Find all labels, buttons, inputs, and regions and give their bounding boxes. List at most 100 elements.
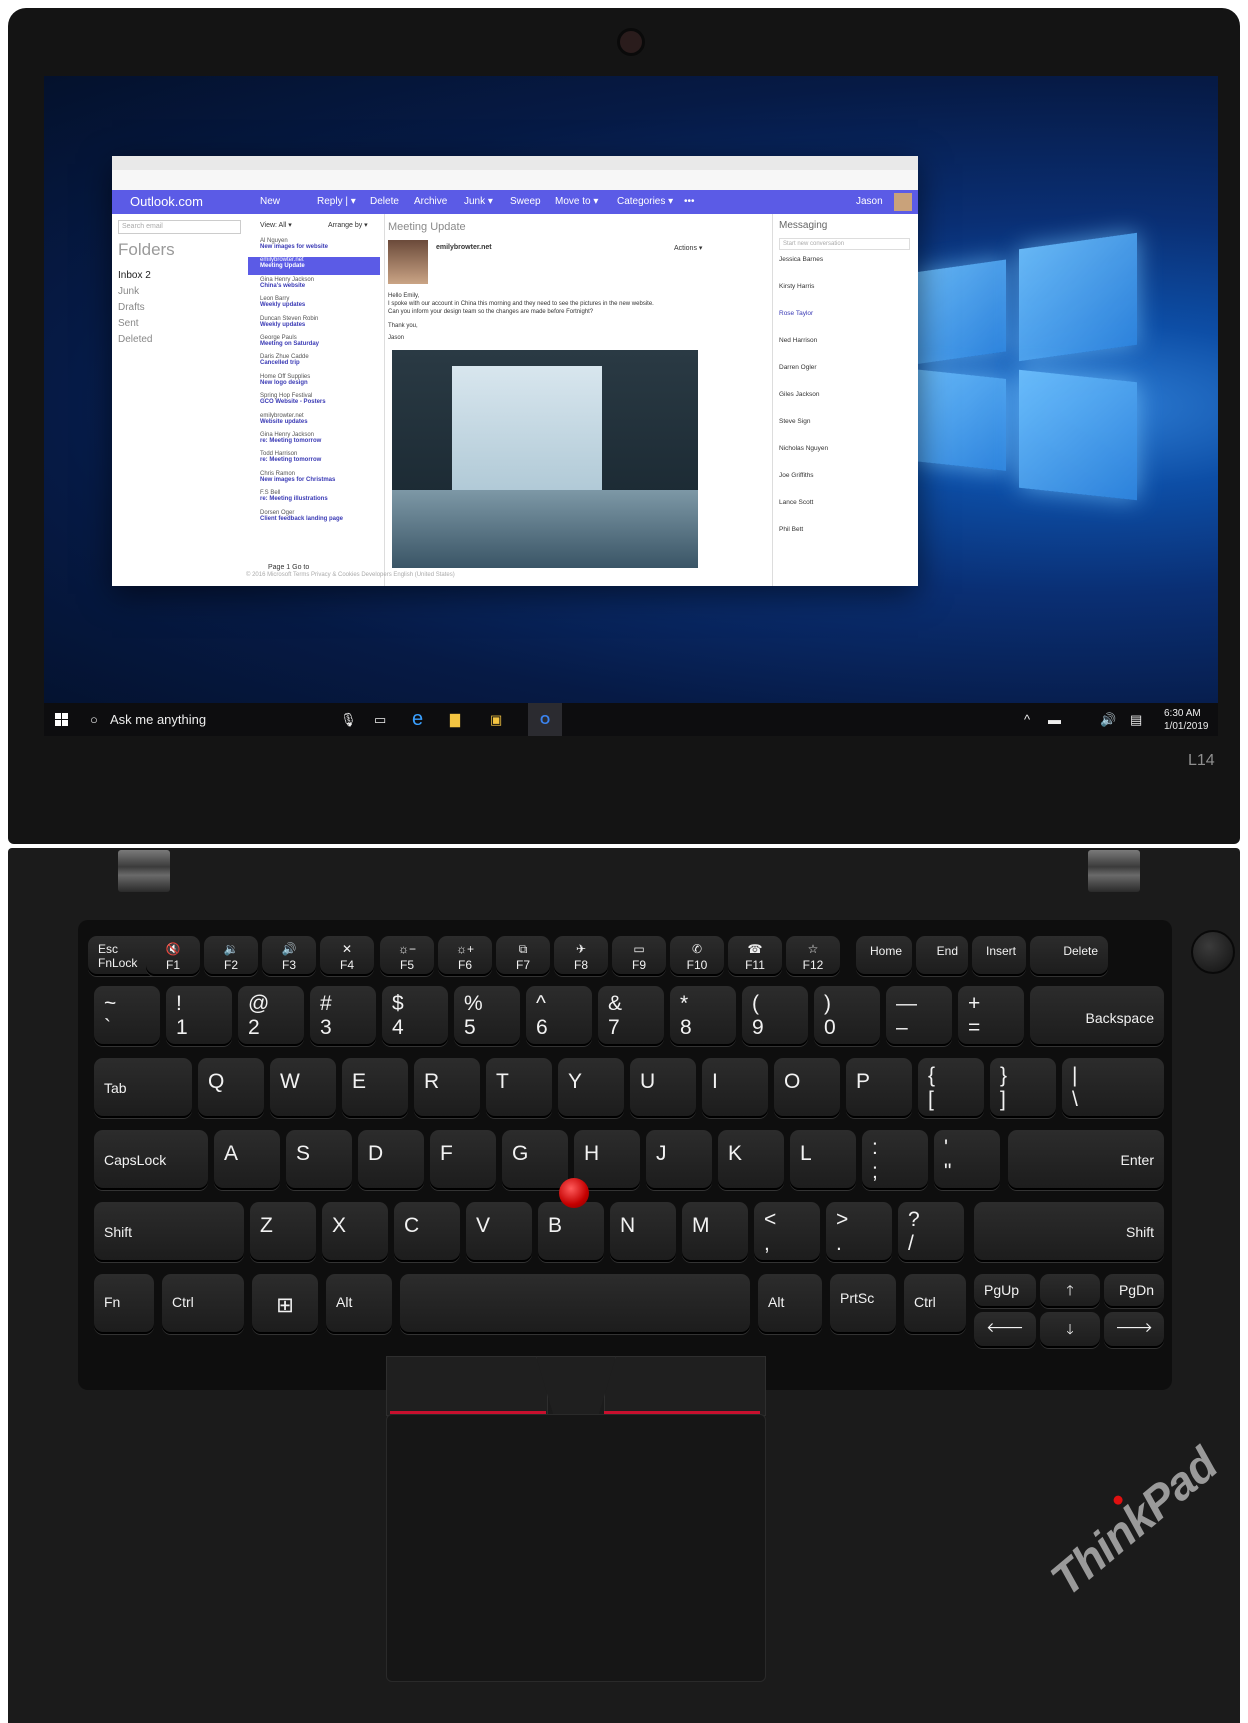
key-a-11[interactable]: ' ": [934, 1130, 1000, 1190]
store-icon[interactable]: ▣: [490, 703, 502, 736]
key-fn-3[interactable]: 🔊 F3: [262, 936, 316, 976]
avatar[interactable]: [894, 193, 912, 211]
key-q-9[interactable]: O: [774, 1058, 840, 1118]
key-fn-8[interactable]: ✈ F8: [554, 936, 608, 976]
list-item[interactable]: Home Off Supplies New logo design: [248, 374, 380, 392]
browser-address-bar[interactable]: [112, 170, 918, 191]
toolbar-categories[interactable]: Categories ▾: [617, 190, 673, 214]
list-item[interactable]: Gina Henry Jackson re: Meeting tomorrow: [248, 432, 380, 450]
list-item[interactable]: Duncan Steven Robin Weekly updates: [248, 316, 380, 334]
outlook-logo[interactable]: Outlook.com: [130, 190, 203, 214]
start-button[interactable]: [54, 703, 72, 736]
list-item[interactable]: Chris Ramon New images for Christmas: [248, 471, 380, 489]
key-num-3[interactable]: #3: [310, 986, 376, 1046]
key-a-4[interactable]: F: [430, 1130, 496, 1190]
key-q-6[interactable]: Y: [558, 1058, 624, 1118]
key-fn-2[interactable]: 🔉 F2: [204, 936, 258, 976]
file-explorer-icon[interactable]: ▇: [450, 703, 460, 736]
key-num-4[interactable]: $4: [382, 986, 448, 1046]
contact-item[interactable]: Rose Taylor: [779, 310, 909, 317]
microphone-icon[interactable]: 🎙: [340, 703, 357, 736]
key-q-4[interactable]: R: [414, 1058, 480, 1118]
key-alt-left[interactable]: Alt: [326, 1274, 392, 1334]
key-z-7[interactable]: M: [682, 1202, 748, 1262]
key-num-0[interactable]: ~ `: [94, 986, 160, 1046]
contact-item[interactable]: Joe Griffiths: [779, 472, 909, 479]
contact-item[interactable]: Kirsty Harris: [779, 283, 909, 290]
outlook-taskbar-icon[interactable]: O: [528, 703, 562, 736]
key-fn-15[interactable]: Insert: [972, 936, 1026, 976]
contact-item[interactable]: Nicholas Nguyen: [779, 445, 909, 452]
touchpad[interactable]: [386, 1414, 766, 1682]
trackpad-left-button[interactable]: [386, 1356, 548, 1416]
cortana-search-input[interactable]: Ask me anything: [110, 703, 206, 736]
key-a-1[interactable]: A: [214, 1130, 280, 1190]
list-view-filter[interactable]: View: All ▾: [260, 221, 292, 229]
key-q-8[interactable]: I: [702, 1058, 768, 1118]
action-center-icon[interactable]: ▤: [1130, 703, 1142, 736]
key-a-10[interactable]: :;: [862, 1130, 928, 1190]
key-num-11[interactable]: — –: [886, 986, 952, 1046]
folder-sent[interactable]: Sent: [118, 318, 139, 329]
key-prtsc[interactable]: PrtSc: [830, 1274, 896, 1334]
list-item[interactable]: George Pauls Meeting on Saturday: [248, 335, 380, 353]
list-item[interactable]: Gina Henry Jackson China's website: [248, 277, 380, 295]
search-input[interactable]: Search email: [118, 220, 241, 234]
cortana-search-icon[interactable]: ○: [90, 703, 98, 736]
key-fn-11[interactable]: ☎ F11: [728, 936, 782, 976]
toolbar-reply[interactable]: Reply | ▾: [317, 190, 356, 214]
actions-menu[interactable]: Actions ▾: [674, 244, 702, 252]
user-name[interactable]: Jason: [856, 190, 883, 214]
key-a-2[interactable]: S: [286, 1130, 352, 1190]
power-button[interactable]: [1191, 930, 1235, 974]
tray-chevron-icon[interactable]: ^: [1024, 703, 1030, 736]
key-backslash[interactable]: | \: [1062, 1058, 1164, 1118]
key-pgup[interactable]: PgUp: [974, 1274, 1036, 1308]
trackpoint[interactable]: [559, 1178, 589, 1208]
folder-junk[interactable]: Junk: [118, 286, 139, 297]
key-z-10[interactable]: ? /: [898, 1202, 964, 1262]
reading-from[interactable]: emilybrowter.net: [436, 244, 492, 251]
toolbar-archive[interactable]: Archive: [414, 190, 447, 214]
key-z-1[interactable]: Z: [250, 1202, 316, 1262]
key-num-2[interactable]: @2: [238, 986, 304, 1046]
key-fn-10[interactable]: ✆ F10: [670, 936, 724, 976]
task-view-icon[interactable]: ▭: [374, 703, 386, 736]
trackpad-right-button[interactable]: [604, 1356, 766, 1416]
key-z-5[interactable]: B: [538, 1202, 604, 1262]
toolbar-new[interactable]: New: [260, 190, 280, 214]
new-conversation-input[interactable]: Start new conversation: [779, 238, 910, 250]
pager[interactable]: Page 1 Go to: [268, 564, 309, 571]
key-down[interactable]: 🡓: [1040, 1312, 1100, 1348]
key-num-12[interactable]: + =: [958, 986, 1024, 1046]
key-shift-left[interactable]: Shift: [94, 1202, 244, 1262]
key-z-9[interactable]: >.: [826, 1202, 892, 1262]
contact-item[interactable]: Ned Harrison: [779, 337, 909, 344]
key-tab[interactable]: Tab: [94, 1058, 192, 1118]
list-item[interactable]: emilybrowter.net Website updates: [248, 413, 380, 431]
key-fn-1[interactable]: 🔇 F1: [146, 936, 200, 976]
key-fn-4[interactable]: ✕ F4: [320, 936, 374, 976]
key-a-3[interactable]: D: [358, 1130, 424, 1190]
key-z-4[interactable]: V: [466, 1202, 532, 1262]
key-enter[interactable]: Enter: [1008, 1130, 1164, 1190]
key-z-3[interactable]: C: [394, 1202, 460, 1262]
folder-drafts[interactable]: Drafts: [118, 302, 145, 313]
key-pgdn[interactable]: PgDn: [1104, 1274, 1164, 1308]
key-z-6[interactable]: N: [610, 1202, 676, 1262]
key-shift-right[interactable]: Shift: [974, 1202, 1164, 1262]
key-q-10[interactable]: P: [846, 1058, 912, 1118]
list-item[interactable]: Leon Barry Weekly updates: [248, 296, 380, 314]
list-item[interactable]: Todd Harrison re: Meeting tomorrow: [248, 451, 380, 469]
key-ctrl-left[interactable]: Ctrl: [162, 1274, 244, 1334]
toolbar-junk[interactable]: Junk ▾: [464, 190, 493, 214]
contact-item[interactable]: Phil Bett: [779, 526, 909, 533]
key-q-2[interactable]: W: [270, 1058, 336, 1118]
key-windows[interactable]: ⊞: [252, 1274, 318, 1334]
key-a-5[interactable]: G: [502, 1130, 568, 1190]
list-item[interactable]: Dorsen Oger Client feedback landing page: [248, 510, 380, 528]
folder-inbox[interactable]: Inbox 2: [118, 270, 151, 281]
key-q-12[interactable]: }]: [990, 1058, 1056, 1118]
key-capslock[interactable]: CapsLock: [94, 1130, 208, 1190]
toolbar-more[interactable]: •••: [684, 190, 695, 214]
